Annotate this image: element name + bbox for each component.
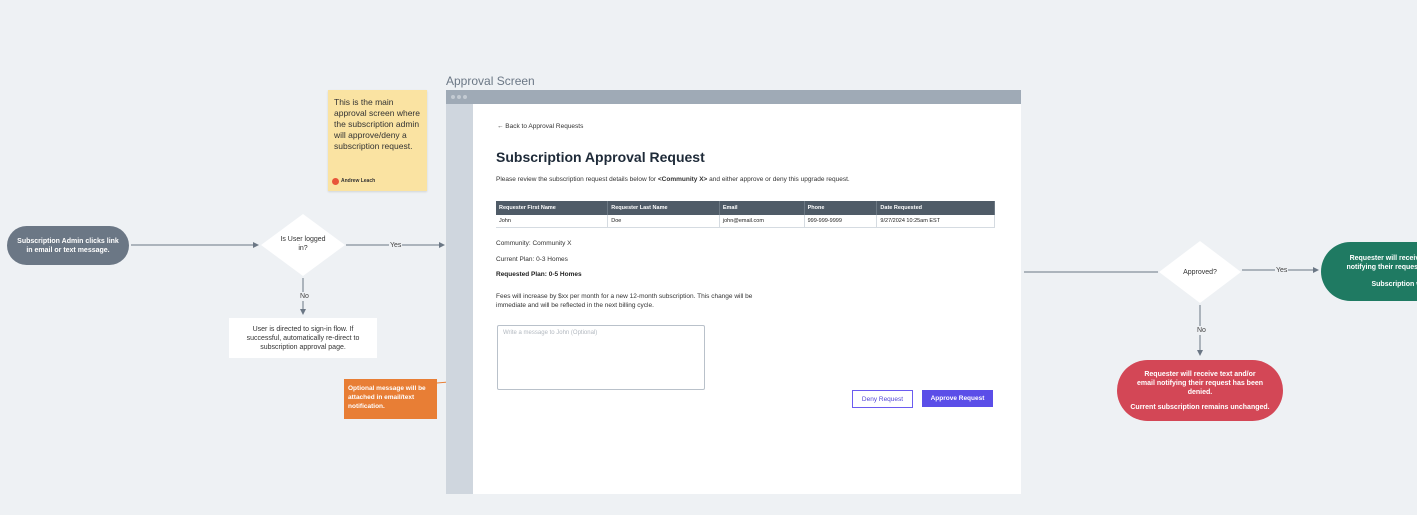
approved-line-2: notifying their request ha [1346, 264, 1417, 271]
intro-community: <Community X> [657, 176, 708, 183]
decision-logged-in-label: Is User logged in? [280, 236, 326, 252]
signin-flow-text: User is directed to sign-in flow. If suc… [246, 325, 360, 351]
page-title: Subscription Approval Request [496, 149, 705, 165]
deny-request-button[interactable]: Deny Request [852, 390, 913, 408]
community-text: Community: Community X [496, 240, 572, 247]
table-cell: John [496, 215, 609, 228]
edge-no-label-2: No [1196, 326, 1207, 335]
edge-yes-label-2: Yes [1275, 266, 1289, 275]
window-dot-icon [457, 95, 461, 99]
sticky-note-text: This is the main approval screen where t… [334, 97, 420, 151]
intro-prefix: Please review the subscription request d… [496, 176, 658, 183]
denied-line-1: Requester will receive text and/or email… [1136, 370, 1264, 396]
requested-plan-text: Requested Plan: 0-5 Homes [496, 271, 582, 278]
back-to-requests-link[interactable]: ← Back to Approval Requests [497, 123, 583, 130]
table-cell: Doe [607, 215, 720, 228]
table-cell: john@email.com [719, 215, 805, 228]
signin-flow-box: User is directed to sign-in flow. If suc… [229, 318, 377, 358]
edge-yes-label: Yes [389, 241, 403, 250]
window-dot-icon [463, 95, 467, 99]
fees-text: Fees will increase by $xx per month for … [496, 293, 753, 309]
denied-node: Requester will receive text and/or email… [1117, 360, 1283, 421]
denied-line-2: Current subscription remains unchanged. [1130, 403, 1270, 411]
sticky-note-author: Andrew Leach [341, 178, 376, 184]
edge-no-label: No [299, 292, 310, 301]
current-plan-text: Current Plan: 0-3 Homes [496, 256, 568, 263]
table-row: John Doe john@email.com 999-999-9999 9/2… [496, 215, 995, 228]
column-header: Requester First Name [496, 201, 609, 215]
intro-text: Please review the subscription request d… [496, 175, 876, 184]
approve-request-button[interactable]: Approve Request [922, 390, 993, 407]
intro-suffix: and either approve or deny this upgrade … [707, 176, 850, 183]
table-cell: 999-999-9999 [804, 215, 878, 228]
column-header: Email [719, 201, 805, 215]
table-header-row: Requester First Name Requester Last Name… [496, 201, 995, 215]
window-dot-icon [451, 95, 455, 99]
column-header: Phone [804, 201, 878, 215]
decision-approved-label: Approved? [1183, 269, 1217, 276]
column-header: Date Requested [876, 201, 995, 215]
screen-title: Approval Screen [446, 74, 535, 88]
start-node-label: Subscription Admin clicks link in email … [17, 237, 119, 254]
window-sidebar [446, 104, 473, 494]
approved-line-3: Subscription wil [1371, 281, 1417, 288]
optional-message-note: Optional message will be attached in ema… [344, 379, 437, 419]
approved-line-1: Requester will receive t [1349, 255, 1417, 262]
optional-message-note-text: Optional message will be attached in ema… [348, 385, 426, 410]
message-textarea[interactable]: Write a message to John (Optional) [497, 325, 705, 390]
request-details-table: Requester First Name Requester Last Name… [496, 201, 995, 228]
approved-node: Requester will receive t notifying their… [1321, 242, 1417, 301]
column-header: Requester Last Name [607, 201, 720, 215]
table-cell: 9/27/2024 10:25am EST [876, 215, 995, 228]
window-title-bar [446, 90, 1021, 104]
message-placeholder: Write a message to John (Optional) [503, 330, 598, 336]
author-avatar-icon [332, 178, 339, 185]
start-node: Subscription Admin clicks link in email … [7, 226, 129, 265]
sticky-note: This is the main approval screen where t… [328, 90, 427, 191]
